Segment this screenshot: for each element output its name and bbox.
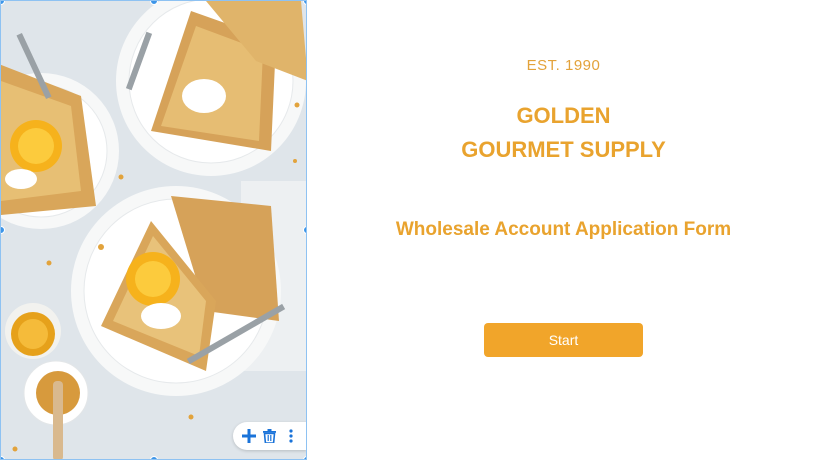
delete-button[interactable] xyxy=(261,427,279,445)
brand-title-line-1: GOLDEN xyxy=(516,103,611,128)
image-toolbar xyxy=(233,422,306,450)
welcome-content: EST. 1990 GOLDEN GOURMET SUPPLY Wholesal… xyxy=(307,0,820,460)
crepes-photo xyxy=(1,1,306,459)
trash-icon xyxy=(263,429,277,443)
hero-image[interactable] xyxy=(0,0,307,460)
plus-icon xyxy=(242,429,257,443)
form-title: Wholesale Account Application Form xyxy=(395,219,732,240)
brand-title: GOLDEN GOURMET SUPPLY xyxy=(307,99,820,167)
start-button[interactable]: Start xyxy=(484,323,643,357)
add-button[interactable] xyxy=(240,427,258,445)
more-options-button[interactable] xyxy=(282,427,300,445)
brand-title-line-2: GOURMET SUPPLY xyxy=(461,137,666,162)
more-vertical-icon xyxy=(289,429,293,443)
established-label: EST. 1990 xyxy=(526,57,601,74)
